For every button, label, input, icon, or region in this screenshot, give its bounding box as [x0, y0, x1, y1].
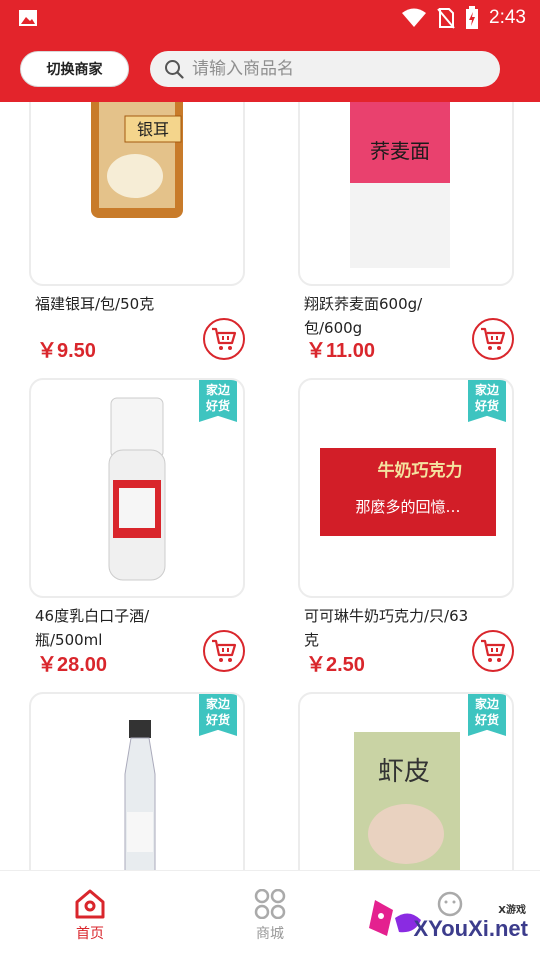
product-image[interactable]: 家边 好货: [29, 378, 245, 598]
product-price: ￥28.00: [37, 654, 108, 676]
battery-icon: [466, 6, 479, 29]
product-card[interactable]: 牛奶巧克力 那麼多的回憶… 家边 好货 可可琳牛奶巧克力/只/63克 ￥2.50: [298, 378, 514, 678]
no-sim-icon: [437, 8, 455, 29]
home-goods-badge: 家边 好货: [468, 380, 506, 422]
site-watermark: X游戏 XYouXi.net: [365, 874, 540, 960]
badge-text: 好货: [474, 713, 499, 727]
home-goods-badge: 家边 好货: [199, 380, 237, 422]
cart-icon: [212, 639, 237, 662]
switch-merchant-button[interactable]: 切换商家: [20, 51, 129, 87]
product-price: ￥11.00: [306, 340, 375, 362]
product-name: 福建银耳/包/50克: [35, 295, 155, 313]
watermark-text: XYouXi.net: [413, 916, 529, 941]
cart-icon: [481, 639, 506, 662]
product-photo-label: 牛奶巧克力: [378, 460, 463, 481]
status-bar: 2:43: [0, 0, 540, 36]
product-grid: 银耳 福建银耳/包/50克 ￥9.50 荞麦面 翔跃荞麦面600g/包/600g…: [0, 102, 540, 870]
product-name: 翔跃荞麦面600g/包/600g: [304, 295, 423, 337]
search-input[interactable]: [192, 59, 472, 79]
product-image[interactable]: 牛奶巧克力 那麼多的回憶… 家边 好货: [298, 378, 514, 598]
grid-icon: [254, 889, 286, 919]
product-card[interactable]: 虾皮 家边 好货: [298, 692, 514, 870]
product-photo-label: 虾皮: [378, 757, 430, 787]
product-price: ￥2.50: [306, 654, 365, 676]
product-price: ￥9.50: [37, 340, 96, 362]
badge-text: 好货: [205, 399, 230, 413]
add-to-cart-button[interactable]: [203, 630, 245, 672]
product-card[interactable]: 银耳 福建银耳/包/50克 ￥9.50: [29, 102, 245, 362]
product-photo-label: 荞麦面: [370, 139, 430, 163]
cart-icon: [212, 327, 237, 350]
tab-label: 首页: [76, 926, 104, 942]
gallery-icon: [19, 10, 37, 26]
tab-label: 商城: [256, 926, 284, 942]
wifi-icon: [402, 8, 427, 27]
product-image[interactable]: 家边 好货: [29, 692, 245, 870]
add-to-cart-button[interactable]: [472, 630, 514, 672]
header-bar: 切换商家: [0, 36, 540, 102]
clock: 2:43: [489, 7, 526, 28]
product-photo-sub: 那麼多的回憶…: [355, 498, 460, 516]
product-photo: 银耳: [91, 102, 183, 218]
search-box[interactable]: [150, 51, 500, 87]
badge-text: 家边: [205, 383, 230, 397]
product-image[interactable]: 银耳: [29, 102, 245, 286]
home-goods-badge: 家边 好货: [199, 694, 237, 736]
badge-text: 家边: [205, 697, 230, 711]
product-name: 46度乳白口子酒/瓶/500ml: [35, 607, 150, 649]
product-photo-label: 银耳: [137, 120, 169, 139]
home-goods-badge: 家边 好货: [468, 694, 506, 736]
tab-home[interactable]: 首页: [50, 889, 130, 943]
badge-text: 家边: [474, 383, 499, 397]
watermark-small-text: X游戏: [498, 905, 526, 916]
add-to-cart-button[interactable]: [472, 318, 514, 360]
product-name: 可可琳牛奶巧克力/只/63克: [304, 607, 469, 649]
search-icon: [165, 60, 184, 79]
product-image[interactable]: 荞麦面: [298, 102, 514, 286]
product-photo: 荞麦面: [350, 102, 450, 268]
cart-icon: [481, 327, 506, 350]
badge-text: 家边: [474, 697, 499, 711]
badge-text: 好货: [205, 713, 230, 727]
product-card[interactable]: 家边 好货: [29, 692, 245, 870]
add-to-cart-button[interactable]: [203, 318, 245, 360]
product-card[interactable]: 荞麦面 翔跃荞麦面600g/包/600g ￥11.00: [298, 102, 514, 362]
product-card[interactable]: 家边 好货 46度乳白口子酒/瓶/500ml ￥28.00: [29, 378, 245, 678]
tab-mall[interactable]: 商城: [230, 889, 310, 943]
product-image[interactable]: 虾皮 家边 好货: [298, 692, 514, 870]
home-icon: [75, 889, 105, 919]
badge-text: 好货: [474, 399, 499, 413]
